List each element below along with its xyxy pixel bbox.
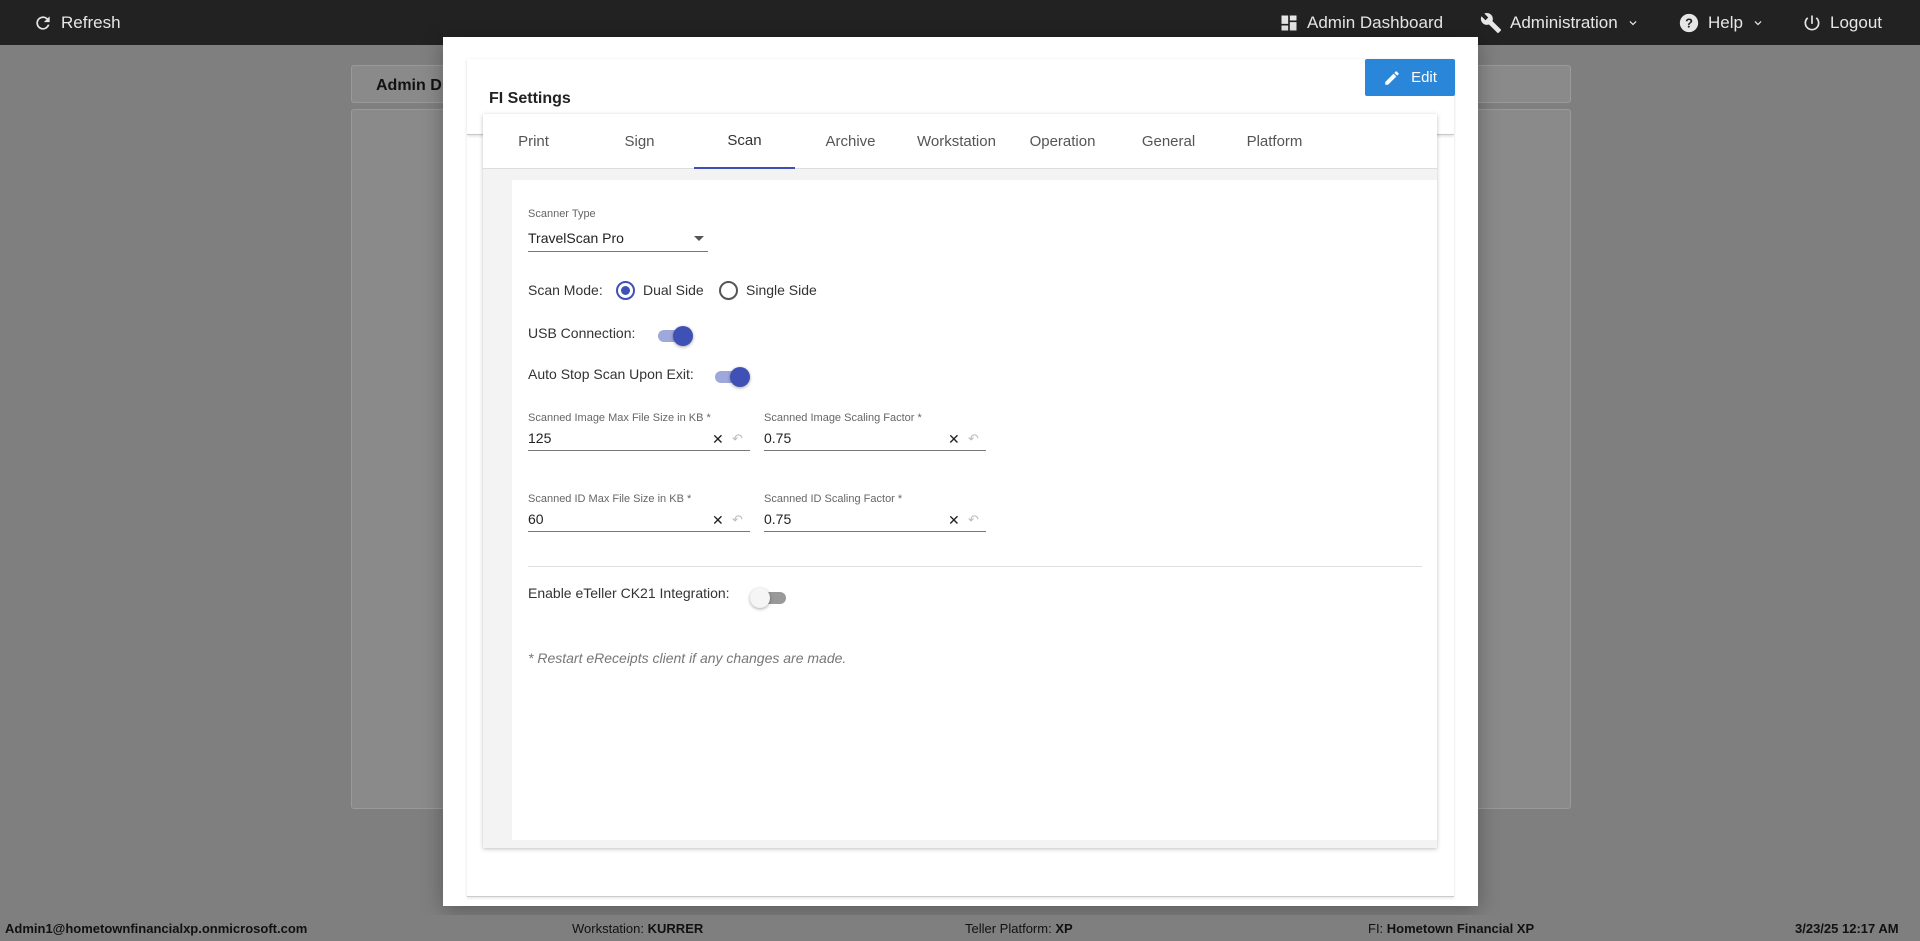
tab-archive[interactable]: Archive — [800, 114, 901, 169]
image-scaling-field[interactable]: Scanned Image Scaling Factor * 0.75 ✕ ↶ — [764, 412, 986, 460]
clear-icon[interactable]: ✕ — [948, 431, 960, 448]
tab-print[interactable]: Print — [483, 114, 584, 169]
background-panel-title: Admin D — [376, 77, 442, 94]
image-max-size-label: Scanned Image Max File Size in KB * — [528, 412, 711, 424]
help-label: Help — [1708, 12, 1743, 32]
tab-label: Print — [518, 133, 549, 150]
tab-general[interactable]: General — [1118, 114, 1219, 169]
administration-menu[interactable]: Administration — [1480, 0, 1640, 45]
single-side-label[interactable]: Single Side — [746, 282, 817, 298]
image-scaling-value: 0.75 — [764, 430, 792, 446]
logout-button[interactable]: Logout — [1802, 0, 1882, 45]
tab-label: Archive — [825, 133, 876, 150]
tab-label: Operation — [1029, 133, 1096, 150]
status-datetime: 3/23/25 12:17 AM — [1795, 921, 1899, 936]
tab-operation[interactable]: Operation — [1012, 114, 1113, 169]
tab-scan[interactable]: Scan — [694, 114, 795, 169]
image-max-size-field[interactable]: Scanned Image Max File Size in KB * 125 … — [528, 412, 750, 460]
tab-sign[interactable]: Sign — [589, 114, 690, 169]
scan-settings-panel: Scanner Type TravelScan Pro Scan Mode: D… — [512, 180, 1437, 840]
fi-settings-dialog: FI Settings Edit Print Sign Scan Archive… — [443, 37, 1478, 906]
id-max-size-field[interactable]: Scanned ID Max File Size in KB * 60 ✕ ↶ — [528, 493, 750, 541]
usb-connection-toggle[interactable] — [656, 324, 696, 348]
restart-note: * Restart eReceipts client if any change… — [528, 650, 847, 666]
scanner-type-select[interactable]: TravelScan Pro — [528, 230, 708, 252]
edit-label: Edit — [1411, 69, 1437, 86]
scanner-type-value: TravelScan Pro — [528, 230, 624, 246]
scan-mode-label: Scan Mode: — [528, 282, 603, 298]
dropdown-arrow-icon — [694, 236, 704, 241]
eteller-toggle[interactable] — [750, 586, 790, 610]
toggle-thumb — [730, 367, 750, 387]
id-max-size-value: 60 — [528, 511, 544, 527]
tab-workstation[interactable]: Workstation — [906, 114, 1007, 169]
single-side-radio[interactable] — [719, 281, 738, 300]
wrench-icon — [1480, 12, 1502, 33]
field-underline — [764, 531, 986, 532]
tab-platform[interactable]: Platform — [1224, 114, 1325, 169]
help-menu[interactable]: ? Help — [1678, 0, 1765, 45]
scanner-type-label: Scanner Type — [528, 208, 596, 220]
svg-text:?: ? — [1685, 15, 1693, 30]
tab-label: Workstation — [917, 133, 996, 150]
undo-icon[interactable]: ↶ — [968, 512, 979, 528]
pencil-icon — [1385, 70, 1399, 85]
status-bar: Admin1@hometownfinancialxp.onmicrosoft.c… — [0, 915, 1920, 941]
auto-stop-label: Auto Stop Scan Upon Exit: — [528, 366, 694, 382]
logout-label: Logout — [1830, 12, 1882, 32]
tab-label: Scan — [727, 132, 762, 149]
clear-icon[interactable]: ✕ — [712, 512, 724, 529]
settings-tabs: Print Sign Scan Archive Workstation Oper… — [483, 114, 1437, 169]
tab-label: General — [1141, 133, 1196, 150]
field-underline — [528, 450, 750, 451]
dialog-title: FI Settings — [489, 90, 571, 107]
administration-label: Administration — [1510, 12, 1618, 32]
tab-label: Platform — [1246, 133, 1303, 150]
dual-side-radio[interactable] — [616, 281, 635, 300]
help-icon: ? — [1679, 13, 1699, 32]
chevron-down-icon — [1754, 20, 1762, 25]
image-max-size-value: 125 — [528, 430, 552, 446]
field-underline — [764, 450, 986, 451]
admin-dashboard-label: Admin Dashboard — [1307, 12, 1444, 32]
id-scaling-label: Scanned ID Scaling Factor * — [764, 493, 903, 505]
clear-icon[interactable]: ✕ — [712, 431, 724, 448]
id-scaling-field[interactable]: Scanned ID Scaling Factor * 0.75 ✕ ↶ — [764, 493, 986, 541]
status-workstation: Workstation: KURRER — [572, 921, 704, 936]
refresh-button[interactable]: Refresh — [33, 0, 121, 45]
status-user: Admin1@hometownfinancialxp.onmicrosoft.c… — [5, 921, 308, 936]
status-fi: FI: Hometown Financial XP — [1368, 921, 1535, 936]
undo-icon[interactable]: ↶ — [968, 431, 979, 447]
image-scaling-label: Scanned Image Scaling Factor * — [764, 412, 922, 424]
section-divider — [528, 566, 1422, 567]
settings-card: Print Sign Scan Archive Workstation Oper… — [483, 114, 1437, 848]
refresh-label: Refresh — [61, 12, 121, 32]
edit-button[interactable]: Edit — [1365, 59, 1455, 96]
power-icon — [1804, 15, 1820, 30]
dashboard-icon — [1281, 15, 1297, 30]
auto-stop-toggle[interactable] — [713, 365, 753, 389]
field-underline — [528, 531, 750, 532]
undo-icon[interactable]: ↶ — [732, 431, 743, 447]
id-max-size-label: Scanned ID Max File Size in KB * — [528, 493, 692, 505]
usb-connection-label: USB Connection: — [528, 325, 636, 341]
refresh-icon — [36, 15, 50, 30]
eteller-label: Enable eTeller CK21 Integration: — [528, 585, 730, 601]
chevron-down-icon — [1629, 20, 1637, 25]
undo-icon[interactable]: ↶ — [732, 512, 743, 528]
toggle-thumb — [673, 326, 693, 346]
status-platform: Teller Platform: XP — [965, 921, 1073, 936]
dual-side-label[interactable]: Dual Side — [643, 282, 704, 298]
toggle-thumb — [750, 588, 770, 608]
id-scaling-value: 0.75 — [764, 511, 792, 527]
tab-label: Sign — [624, 133, 655, 150]
clear-icon[interactable]: ✕ — [948, 512, 960, 529]
